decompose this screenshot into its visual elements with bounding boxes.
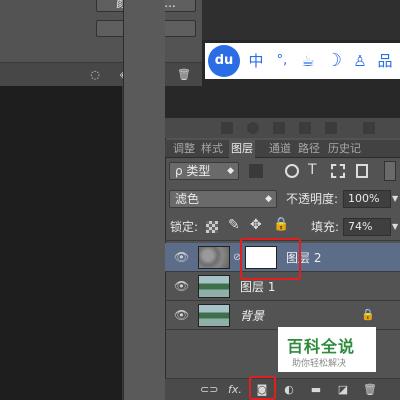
tab-styles[interactable]: 样式: [201, 140, 223, 158]
new-item-icon[interactable]: [325, 122, 337, 134]
layer-thumbnail: [198, 304, 230, 327]
adjustment-dialog: 颜色范围... 反相: [0, 0, 202, 62]
dialog-status-bar: ◌ ◈ 👁 🗑: [0, 62, 202, 86]
mug-icon[interactable]: ☕: [299, 51, 317, 71]
layer-name: 背景: [240, 309, 265, 323]
watermark-title: 百科全说: [287, 337, 356, 356]
filter-kind-label: ρ 类型: [175, 164, 211, 178]
fill-input[interactable]: 74%: [343, 218, 391, 236]
panel-toolbar: [165, 118, 400, 138]
tab-layers[interactable]: 图层: [229, 140, 255, 158]
layer-name: 图层 1: [240, 280, 276, 294]
blend-mode-label: 滤色: [175, 192, 200, 206]
layer-row[interactable]: 👁 背景 🔒: [165, 301, 400, 330]
moon-icon[interactable]: ☽: [325, 51, 343, 71]
fx-icon[interactable]: fx.: [227, 382, 243, 398]
mask-highlight-box: [240, 238, 301, 280]
tab-history[interactable]: 历史记: [328, 140, 361, 158]
fill-slider-arrow-icon[interactable]: ▼: [392, 222, 398, 231]
tab-paths[interactable]: 路径: [298, 140, 320, 158]
tab-adjustments[interactable]: 调整: [173, 140, 195, 158]
pixel-filter-icon[interactable]: [249, 164, 263, 178]
smart-object-filter-icon[interactable]: [356, 164, 368, 178]
type-filter-icon[interactable]: T: [308, 162, 317, 178]
link-icon[interactable]: ⊂⊃: [200, 382, 218, 398]
layers-bottom-bar: ⊂⊃ fx. ◙ ◐ ▬ ◪ 🗑: [165, 378, 400, 400]
tab-channels[interactable]: 通道: [269, 140, 291, 158]
grid-icon[interactable]: 品: [375, 51, 395, 71]
blend-mode-dropdown[interactable]: 滤色 ◆: [169, 190, 277, 208]
layer-thumbnail: [198, 275, 230, 298]
visibility-eye-icon[interactable]: 👁: [174, 251, 189, 263]
opacity-input[interactable]: 100%: [343, 190, 391, 208]
workspace-background: [202, 0, 400, 40]
new-layer-icon[interactable]: ◪: [335, 382, 351, 398]
lock-label: 锁定:: [170, 220, 199, 234]
dashed-circle-icon[interactable]: ◌: [86, 67, 104, 83]
trash-icon[interactable]: 🗑: [175, 67, 193, 83]
folder-icon[interactable]: [299, 122, 311, 134]
mask-button-highlight-box: [249, 376, 276, 400]
fill-label: 填充:: [311, 220, 340, 234]
canvas-area: [0, 86, 123, 400]
lock-transparency-icon[interactable]: [206, 221, 218, 233]
layer-filter-dropdown[interactable]: ρ 类型 ◆: [169, 162, 239, 180]
dropdown-arrow-icon: ◆: [265, 194, 272, 204]
dropdown-arrow-icon: ◆: [227, 166, 234, 176]
ime-toolbar: du 中 °, ☕ ☽ ♙ 品: [205, 43, 400, 79]
baike-watermark: 百科全说 助你轻松解决: [278, 327, 376, 372]
side-panel: [123, 0, 165, 400]
filter-toggle[interactable]: [384, 161, 396, 181]
opacity-slider-arrow-icon[interactable]: ▼: [392, 194, 398, 203]
ime-language-toggle[interactable]: 中: [247, 51, 265, 71]
folder-icon[interactable]: ▬: [308, 382, 324, 398]
record-icon[interactable]: [247, 122, 259, 134]
layer-thumbnail: [198, 246, 230, 269]
lock-all-icon[interactable]: 🔒: [273, 217, 289, 232]
trash-icon[interactable]: 🗑: [362, 382, 378, 398]
adjustment-filter-icon[interactable]: [285, 164, 299, 178]
adjustment-icon[interactable]: ◐: [281, 382, 297, 398]
user-icon[interactable]: ♙: [351, 51, 369, 71]
lock-pixels-icon[interactable]: ✎: [228, 217, 240, 233]
trash-icon[interactable]: [363, 122, 375, 134]
play-icon[interactable]: [273, 122, 285, 134]
baidu-logo-icon[interactable]: du: [208, 45, 240, 77]
watermark-subtitle: 助你轻松解决: [292, 359, 347, 369]
opacity-label: 不透明度:: [286, 192, 339, 206]
stop-icon[interactable]: [221, 122, 233, 134]
lock-icon: 🔒: [361, 308, 375, 321]
ime-punctuation-toggle[interactable]: °,: [273, 51, 291, 71]
lock-position-icon[interactable]: ✥: [250, 217, 262, 233]
panel-tabs: 调整 样式 图层 通道 路径 历史记: [165, 140, 400, 158]
visibility-eye-icon[interactable]: 👁: [174, 280, 189, 292]
shape-filter-icon[interactable]: [331, 164, 345, 178]
visibility-eye-icon[interactable]: 👁: [174, 309, 189, 321]
